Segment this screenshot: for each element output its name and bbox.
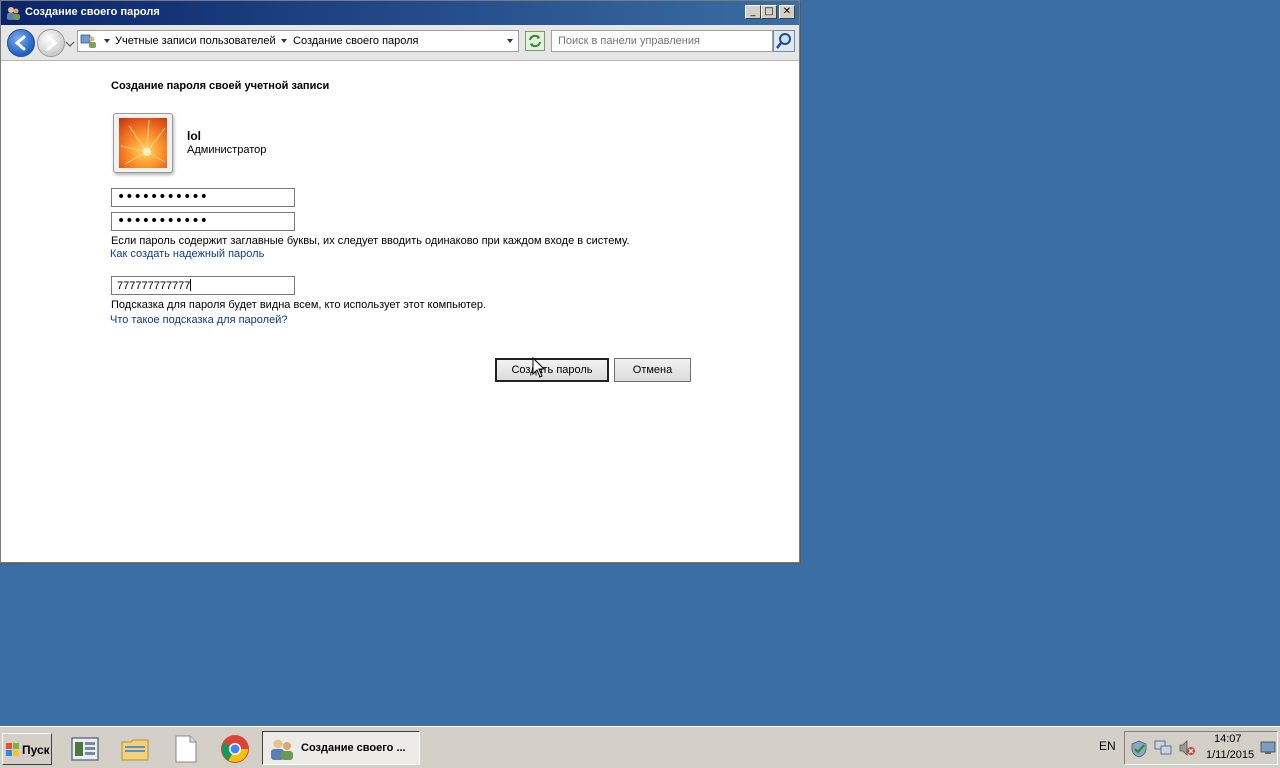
refresh-button[interactable] [525,31,545,51]
confirm-password-input[interactable]: ••••••••••• [111,212,295,231]
user-accounts-icon [7,7,20,20]
file-explorer-icon[interactable] [120,734,150,764]
notepad-icon[interactable] [170,734,200,764]
cancel-button[interactable]: Отмена [614,358,691,382]
close-button[interactable]: ✕ [779,5,795,19]
new-password-input[interactable]: ••••••••••• [111,188,295,207]
windows-logo-icon [6,743,19,756]
title-bar[interactable]: Создание своего пароля _ □ ✕ [1,1,799,25]
search-input[interactable] [554,32,770,50]
text-caret [190,279,192,291]
search-field[interactable] [551,30,773,52]
password-hint-help-link[interactable]: Что такое подсказка для паролей? [110,314,287,326]
network-icon[interactable] [1154,739,1172,757]
user-role: Администратор [187,144,267,156]
address-dropdown-icon[interactable] [507,39,513,43]
taskbar-item-label: Создание своего ... [301,742,406,754]
control-panel-window: Создание своего пароля _ □ ✕ Учетные зап… [0,0,800,563]
password-hint-value: 777777777777 [117,280,191,292]
clock-date[interactable]: 1/11/2015 [1206,749,1254,761]
search-icon [776,33,791,49]
user-name: lol [187,129,201,143]
refresh-icon [529,34,541,48]
mouse-cursor-icon [532,357,546,378]
clock-time[interactable]: 14:07 [1214,733,1242,745]
breadcrumb-separator-icon[interactable] [281,39,287,43]
start-button[interactable]: Пуск [2,733,52,765]
breadcrumb-root-dropdown-icon[interactable] [104,39,110,43]
create-password-button[interactable]: Создать пароль [495,358,609,382]
chrome-icon[interactable] [220,734,250,764]
forward-button[interactable] [37,29,65,57]
password-hint-input[interactable]: 777777777777 [111,276,295,295]
navigation-bar: Учетные записи пользователей Создание св… [1,25,799,61]
breadcrumb-create-password[interactable]: Создание своего пароля [293,35,419,47]
minimize-button[interactable]: _ [745,5,761,19]
control-panel-icon [80,34,96,48]
user-accounts-icon [271,739,293,760]
hint-note: Подсказка для пароля будет видна всем, к… [111,299,487,311]
user-avatar [113,113,173,173]
maximize-button[interactable]: □ [761,5,777,19]
window-title: Создание своего пароля [25,6,160,18]
show-desktop-icon[interactable] [1260,741,1276,755]
back-button[interactable] [7,29,35,57]
taskbar: Пуск Создание своего ... EN 14:07 1/11/2… [0,726,1280,768]
taskbar-item-create-password[interactable]: Создание своего ... [262,731,420,765]
volume-muted-icon[interactable] [1178,739,1196,757]
caps-note: Если пароль содержит заглавные буквы, их… [111,235,630,247]
forward-arrow-icon [46,35,58,51]
language-indicator[interactable]: EN [1099,739,1116,753]
page-title: Создание пароля своей учетной записи [111,80,330,92]
action-center-icon[interactable] [1130,740,1148,758]
flower-picture-icon [119,118,167,168]
history-dropdown-icon[interactable] [65,39,75,49]
back-arrow-icon [14,35,26,51]
server-manager-icon[interactable] [70,734,100,764]
breadcrumb-user-accounts[interactable]: Учетные записи пользователей [115,35,276,47]
strong-password-link[interactable]: Как создать надежный пароль [110,248,264,260]
address-bar[interactable]: Учетные записи пользователей Создание св… [77,30,519,52]
start-label: Пуск [22,743,50,757]
search-button[interactable] [773,30,795,52]
